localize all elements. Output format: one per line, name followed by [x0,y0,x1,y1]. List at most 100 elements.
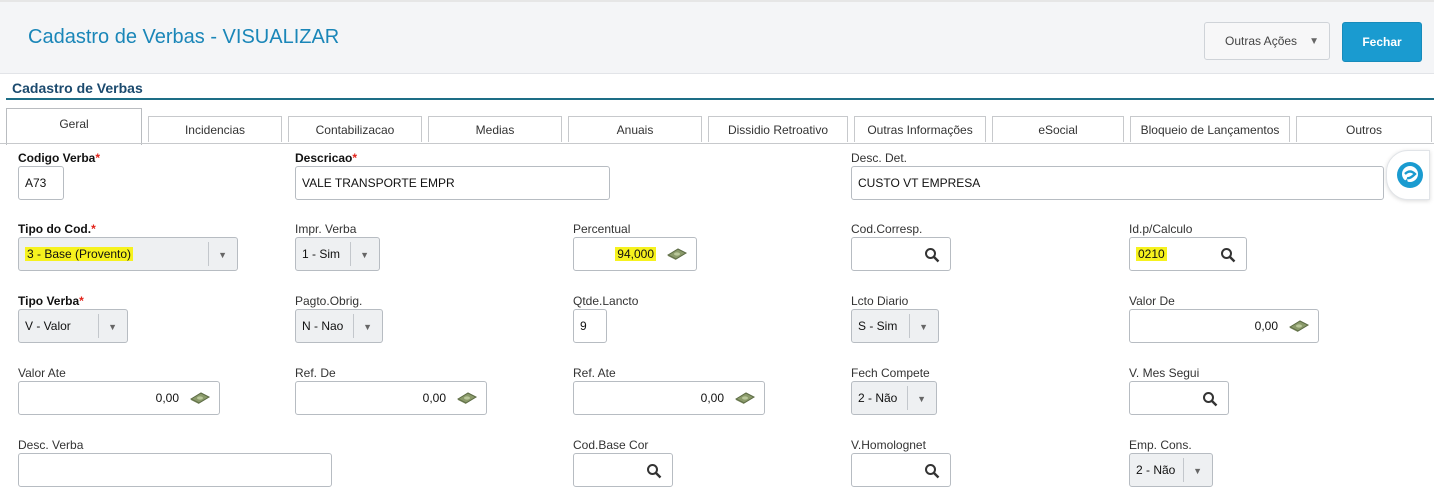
search-icon[interactable] [924,463,940,479]
money-icon[interactable] [734,391,756,405]
tipo-verba-value: V - Valor [25,319,71,333]
lcto-diario-label: Lcto Diario [851,294,909,308]
chevron-down-icon: ▼ [917,394,926,404]
tab-bar: Geral Incidencias Contabilizacao Medias … [0,105,1434,145]
percentual-value: 94,000 [615,247,656,261]
desc-verba-label: Desc. Verba [18,438,84,452]
ref-ate-field[interactable]: 0,00 [573,381,765,415]
emp-cons-value: 2 - Não [1136,463,1176,477]
tab-geral[interactable]: Geral [6,108,142,145]
qtde-lancto-field[interactable]: 9 [573,309,607,343]
required-mark: * [91,222,96,236]
tab-incidencias[interactable]: Incidencias [148,116,282,142]
cod-base-cor-field[interactable] [573,453,673,487]
required-mark: * [79,294,84,308]
id-calculo-value: 0210 [1136,247,1167,261]
tab-contabilizacao[interactable]: Contabilizacao [288,116,422,142]
search-icon[interactable] [924,247,940,263]
percentual-field[interactable]: 94,000 [573,237,697,271]
money-icon[interactable] [666,247,688,261]
tab-dissidio-retroativo[interactable]: Dissidio Retroativo [708,116,848,142]
descricao-label-text: Descricao [295,151,353,165]
pagto-obrig-label: Pagto.Obrig. [295,294,363,308]
search-icon[interactable] [646,463,662,479]
emp-cons-label: Emp. Cons. [1129,438,1192,452]
fech-compete-label: Fech Compete [851,366,930,380]
descricao-value: VALE TRANSPORTE EMPR [302,176,455,190]
chevron-down-icon: ▼ [363,322,372,332]
search-icon[interactable] [1202,391,1218,407]
impr-verba-value: 1 - Sim [302,247,341,261]
tab-outros[interactable]: Outros [1296,116,1432,142]
chevron-down-icon: ▼ [1309,36,1319,47]
fech-compete-select[interactable]: 2 - Não ▼ [851,381,937,415]
id-calculo-label: Id.p/Calculo [1129,222,1193,236]
chevron-down-icon: ▼ [218,250,227,260]
cod-corresp-field[interactable] [851,237,951,271]
valor-de-value: 0,00 [1254,319,1278,333]
valor-de-field[interactable]: 0,00 [1129,309,1319,343]
tab-anuais[interactable]: Anuais [568,116,702,142]
v-homolognet-field[interactable] [851,453,951,487]
codigo-verba-label: Codigo Verba* [18,151,100,165]
lcto-diario-select[interactable]: S - Sim ▼ [851,309,939,343]
descricao-field[interactable]: VALE TRANSPORTE EMPR [295,166,610,200]
v-mes-segui-label: V. Mes Segui [1129,366,1200,380]
descricao-label: Descricao* [295,151,357,165]
cod-base-cor-label: Cod.Base Cor [573,438,649,452]
codigo-verba-field[interactable]: A73 [18,166,64,200]
tipo-cod-select[interactable]: 3 - Base (Provento) ▼ [18,237,238,271]
select-separator [98,314,99,338]
desc-verba-field[interactable] [18,453,332,487]
chat-icon[interactable] [1386,150,1430,200]
tipo-verba-select[interactable]: V - Valor ▼ [18,309,128,343]
tab-baseline [0,143,1434,144]
select-separator [907,386,908,410]
chevron-down-icon: ▼ [360,250,369,260]
qtde-lancto-label: Qtde.Lancto [573,294,639,308]
tab-medias[interactable]: Medias [428,116,562,142]
tipo-cod-value: 3 - Base (Provento) [25,247,134,261]
tab-bloqueio-lancamentos[interactable]: Bloqueio de Lançamentos [1130,116,1290,142]
select-separator [353,314,354,338]
outras-acoes-button[interactable]: Outras Ações ▼ [1204,22,1330,60]
tipo-verba-label: Tipo Verba* [18,294,84,308]
outras-acoes-label: Outras Ações [1225,34,1298,48]
ref-de-field[interactable]: 0,00 [295,381,487,415]
select-separator [909,314,910,338]
codigo-verba-value: A73 [25,176,47,190]
percentual-label: Percentual [573,222,631,236]
money-icon[interactable] [456,391,478,405]
select-separator [208,242,209,266]
fechar-button[interactable]: Fechar [1342,22,1422,62]
ref-ate-value: 0,00 [700,391,724,405]
desc-det-label: Desc. Det. [851,151,908,165]
tab-esocial[interactable]: eSocial [992,116,1124,142]
money-icon[interactable] [189,391,211,405]
top-bar: Cadastro de Verbas - VISUALIZAR Outras A… [0,0,1434,74]
impr-verba-label: Impr. Verba [295,222,357,236]
fech-compete-value: 2 - Não [858,391,898,405]
select-separator [350,242,351,266]
emp-cons-select[interactable]: 2 - Não ▼ [1129,453,1213,487]
tipo-cod-label-text: Tipo do Cod. [18,222,92,236]
desc-det-field[interactable]: CUSTO VT EMPRESA [851,166,1384,200]
chevron-down-icon: ▼ [1193,466,1202,476]
valor-ate-field[interactable]: 0,00 [18,381,220,415]
v-homolognet-label: V.Homolognet [851,438,926,452]
valor-ate-label: Valor Ate [18,366,66,380]
tab-outras-informacoes[interactable]: Outras Informações [854,116,986,142]
id-calculo-field[interactable]: 0210 [1129,237,1247,271]
codigo-verba-label-text: Codigo Verba [18,151,96,165]
impr-verba-select[interactable]: 1 - Sim ▼ [295,237,380,271]
qtde-lancto-value: 9 [580,319,587,333]
pagto-obrig-select[interactable]: N - Nao ▼ [295,309,383,343]
v-mes-segui-field[interactable] [1129,381,1229,415]
tipo-cod-label: Tipo do Cod.* [18,222,96,236]
search-icon[interactable] [1220,247,1236,263]
chevron-down-icon: ▼ [108,322,117,332]
money-icon[interactable] [1288,319,1310,333]
select-separator [1183,458,1184,482]
section-title: Cadastro de Verbas [12,80,143,96]
chevron-down-icon: ▼ [919,322,928,332]
